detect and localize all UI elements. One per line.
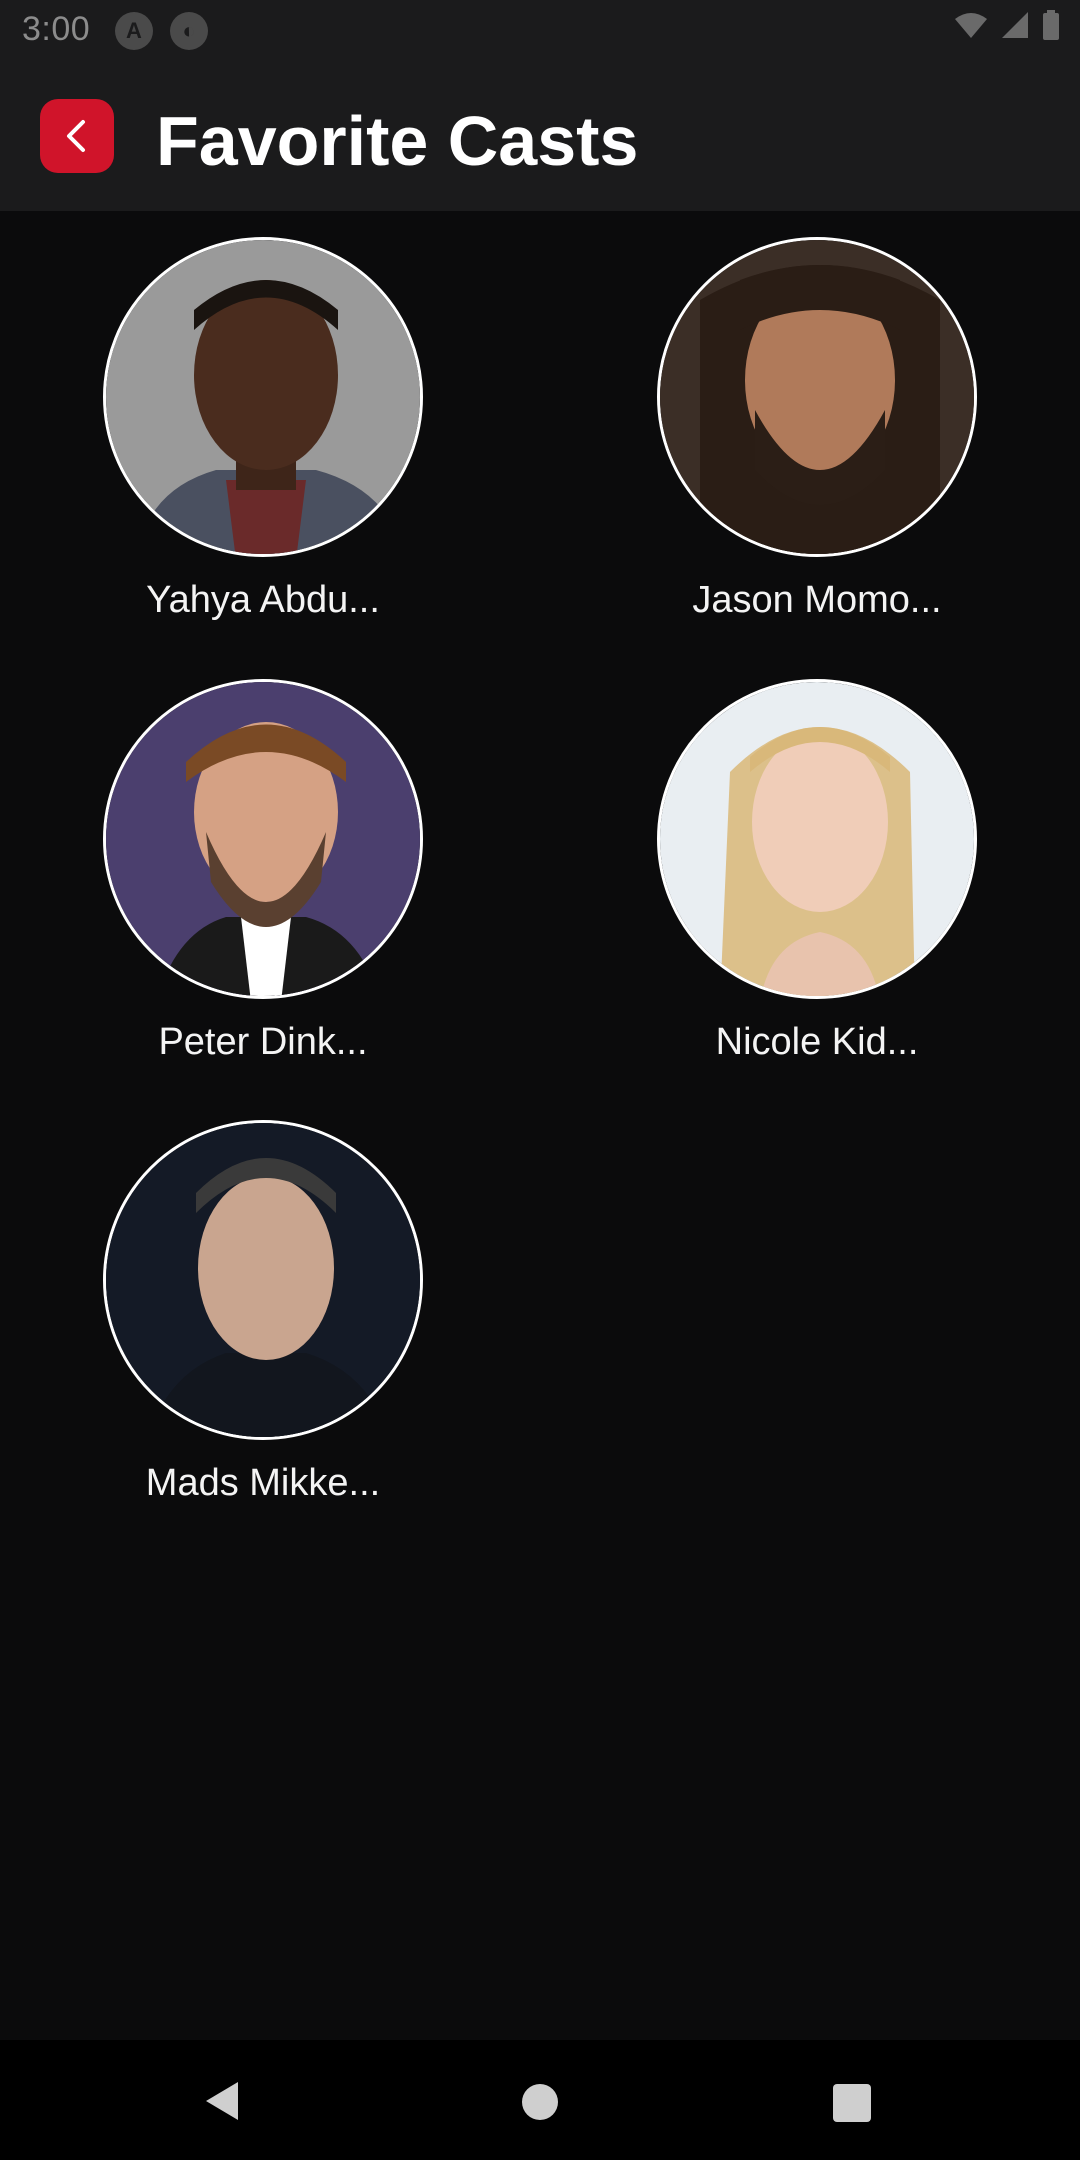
cast-name-4: Nicole Kid... <box>715 1021 919 1063</box>
cast-item-3[interactable]: Peter Dink... <box>63 679 463 1064</box>
notification-icon-b: ◐ <box>170 12 208 50</box>
cast-photo-1 <box>103 237 423 557</box>
cast-photo-5 <box>103 1120 423 1440</box>
cast-item-5[interactable]: Mads Mikke... <box>63 1120 463 1505</box>
signal-icon <box>1002 12 1028 38</box>
cast-item-4[interactable]: Nicole Kid... <box>617 679 1017 1064</box>
cast-item-1[interactable]: Yahya Abdu... <box>63 237 463 622</box>
nav-back-icon[interactable] <box>202 2080 242 2122</box>
page-title: Favorite Casts <box>156 102 639 180</box>
wifi-icon <box>955 13 987 38</box>
back-arrow-icon <box>67 120 85 152</box>
cast-photo-4 <box>657 679 977 999</box>
nav-recents-icon[interactable] <box>833 2084 871 2122</box>
cast-photo-2 <box>657 237 977 557</box>
cast-item-2[interactable]: Jason Momo... <box>617 237 1017 622</box>
nav-home-icon[interactable] <box>522 2084 558 2120</box>
status-time: 3:00 <box>22 10 91 48</box>
battery-icon <box>1043 10 1059 40</box>
cast-name-2: Jason Momo... <box>692 579 942 621</box>
back-button[interactable] <box>40 99 114 173</box>
notification-icon-a: A <box>115 12 153 50</box>
status-bar: 3:00 A ◐ <box>0 0 1080 63</box>
cast-name-1: Yahya Abdu... <box>146 579 380 621</box>
app-bar: Favorite Casts <box>0 63 1080 211</box>
cast-photo-3 <box>103 679 423 999</box>
cast-name-5: Mads Mikke... <box>145 1462 381 1504</box>
cast-name-3: Peter Dink... <box>158 1021 368 1063</box>
status-indicators <box>954 10 1060 40</box>
system-nav-bar <box>0 2040 1080 2160</box>
